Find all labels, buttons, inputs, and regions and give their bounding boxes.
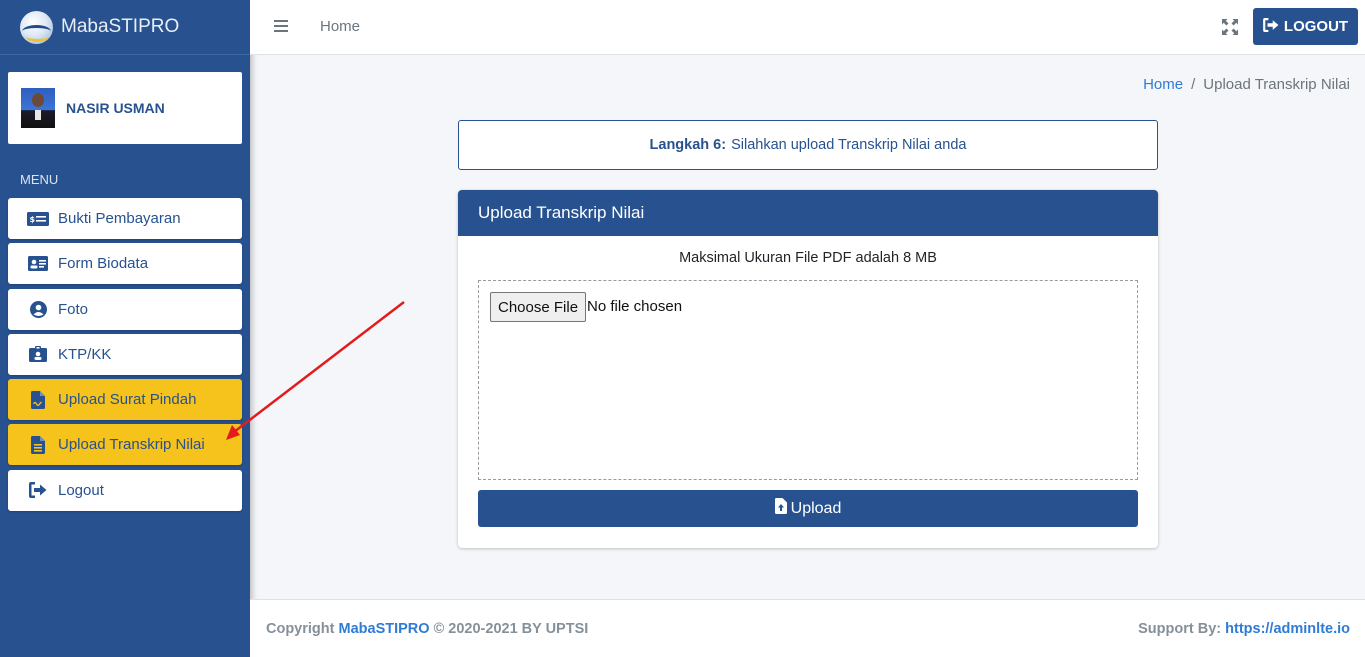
breadcrumb: Home / Upload Transkrip Nilai: [1143, 76, 1350, 93]
id-card-icon: [27, 256, 49, 272]
sidebar-item-ktp-kk[interactable]: KTP/KK: [8, 333, 242, 375]
brand-logo: [20, 10, 53, 44]
sidebar-item-label: Logout: [58, 481, 104, 499]
logout-button[interactable]: LOGOUT: [1253, 8, 1358, 45]
svg-text:$: $: [30, 215, 36, 224]
step-callout: Langkah 6: Silahkan upload Transkrip Nil…: [458, 120, 1158, 170]
hamburger-menu-icon[interactable]: [274, 20, 288, 32]
fullscreen-icon[interactable]: [1222, 19, 1238, 35]
upload-button[interactable]: Upload: [478, 490, 1138, 527]
file-size-note: Maksimal Ukuran File PDF adalah 8 MB: [679, 250, 937, 266]
support-link[interactable]: https://adminlte.io: [1225, 621, 1350, 637]
breadcrumb-separator: /: [1191, 76, 1196, 93]
breadcrumb-home[interactable]: Home: [1143, 76, 1183, 93]
sidebar-item-logout[interactable]: Logout: [8, 469, 242, 511]
id-badge-icon: [27, 346, 49, 363]
sign-out-icon: [1263, 17, 1279, 36]
sidebar-item-label: Bukti Pembayaran: [58, 210, 181, 227]
menu-header: MENU: [20, 172, 59, 187]
breadcrumb-current: Upload Transkrip Nilai: [1203, 76, 1350, 93]
file-dropzone[interactable]: Choose File No file chosen: [478, 280, 1138, 480]
file-alt-icon: [27, 435, 49, 454]
sidebar-item-label: Upload Transkrip Nilai: [58, 436, 205, 454]
brand-link[interactable]: MabaSTIPRO: [0, 0, 250, 55]
sidebar-nav: $ Bukti Pembayaran Form Biodata Foto KTP…: [8, 198, 242, 515]
user-circle-icon: [27, 300, 49, 318]
step-text: Silahkan upload Transkrip Nilai anda: [731, 137, 967, 153]
sidebar-item-upload-transkrip-nilai[interactable]: Upload Transkrip Nilai: [8, 424, 242, 466]
file-status: No file chosen: [587, 298, 683, 315]
avatar: [21, 88, 55, 128]
logout-label: LOGOUT: [1283, 18, 1349, 35]
footer-copyright: Copyright MabaSTIPRO © 2020-2021 BY UPTS…: [266, 621, 588, 637]
nav-home-link[interactable]: Home: [320, 18, 360, 35]
footer-support: Support By: https://adminlte.io: [1138, 621, 1350, 637]
copyright-prefix: Copyright: [266, 621, 335, 637]
file-signature-icon: [27, 390, 49, 409]
sign-out-icon: [27, 482, 49, 499]
file-upload-icon: [774, 498, 787, 519]
upload-card: Upload Transkrip Nilai Maksimal Ukuran F…: [458, 190, 1158, 548]
footer-brand-link[interactable]: MabaSTIPRO: [339, 621, 430, 637]
step-label: Langkah 6:: [649, 137, 727, 153]
sidebar-item-label: Foto: [58, 300, 89, 318]
sidebar-item-bukti-pembayaran[interactable]: $ Bukti Pembayaran: [8, 198, 242, 239]
support-label: Support By:: [1138, 621, 1222, 637]
user-panel: NASIR USMAN: [8, 72, 242, 144]
card-title: Upload Transkrip Nilai: [458, 190, 1158, 236]
brand-name: MabaSTIPRO: [61, 16, 180, 37]
copyright-suffix: © 2020-2021 BY UPTSI: [433, 621, 589, 637]
user-name[interactable]: NASIR USMAN: [66, 100, 165, 116]
sidebar-item-label: KTP/KK: [58, 345, 112, 363]
choose-file-button[interactable]: Choose File: [490, 292, 587, 322]
top-navbar: Home LOGOUT: [250, 0, 1365, 55]
sidebar-item-foto[interactable]: Foto: [8, 288, 242, 330]
upload-label: Upload: [790, 499, 842, 517]
sidebar-item-form-biodata[interactable]: Form Biodata: [8, 243, 242, 285]
sidebar-item-label: Upload Surat Pindah: [58, 391, 197, 409]
footer: Copyright MabaSTIPRO © 2020-2021 BY UPTS…: [250, 599, 1365, 657]
money-check-icon: $: [27, 211, 49, 227]
sidebar-item-upload-surat-pindah[interactable]: Upload Surat Pindah: [8, 379, 242, 421]
sidebar: MabaSTIPRO NASIR USMAN MENU $ Bukti Pemb…: [0, 0, 250, 657]
sidebar-item-label: Form Biodata: [58, 255, 149, 273]
